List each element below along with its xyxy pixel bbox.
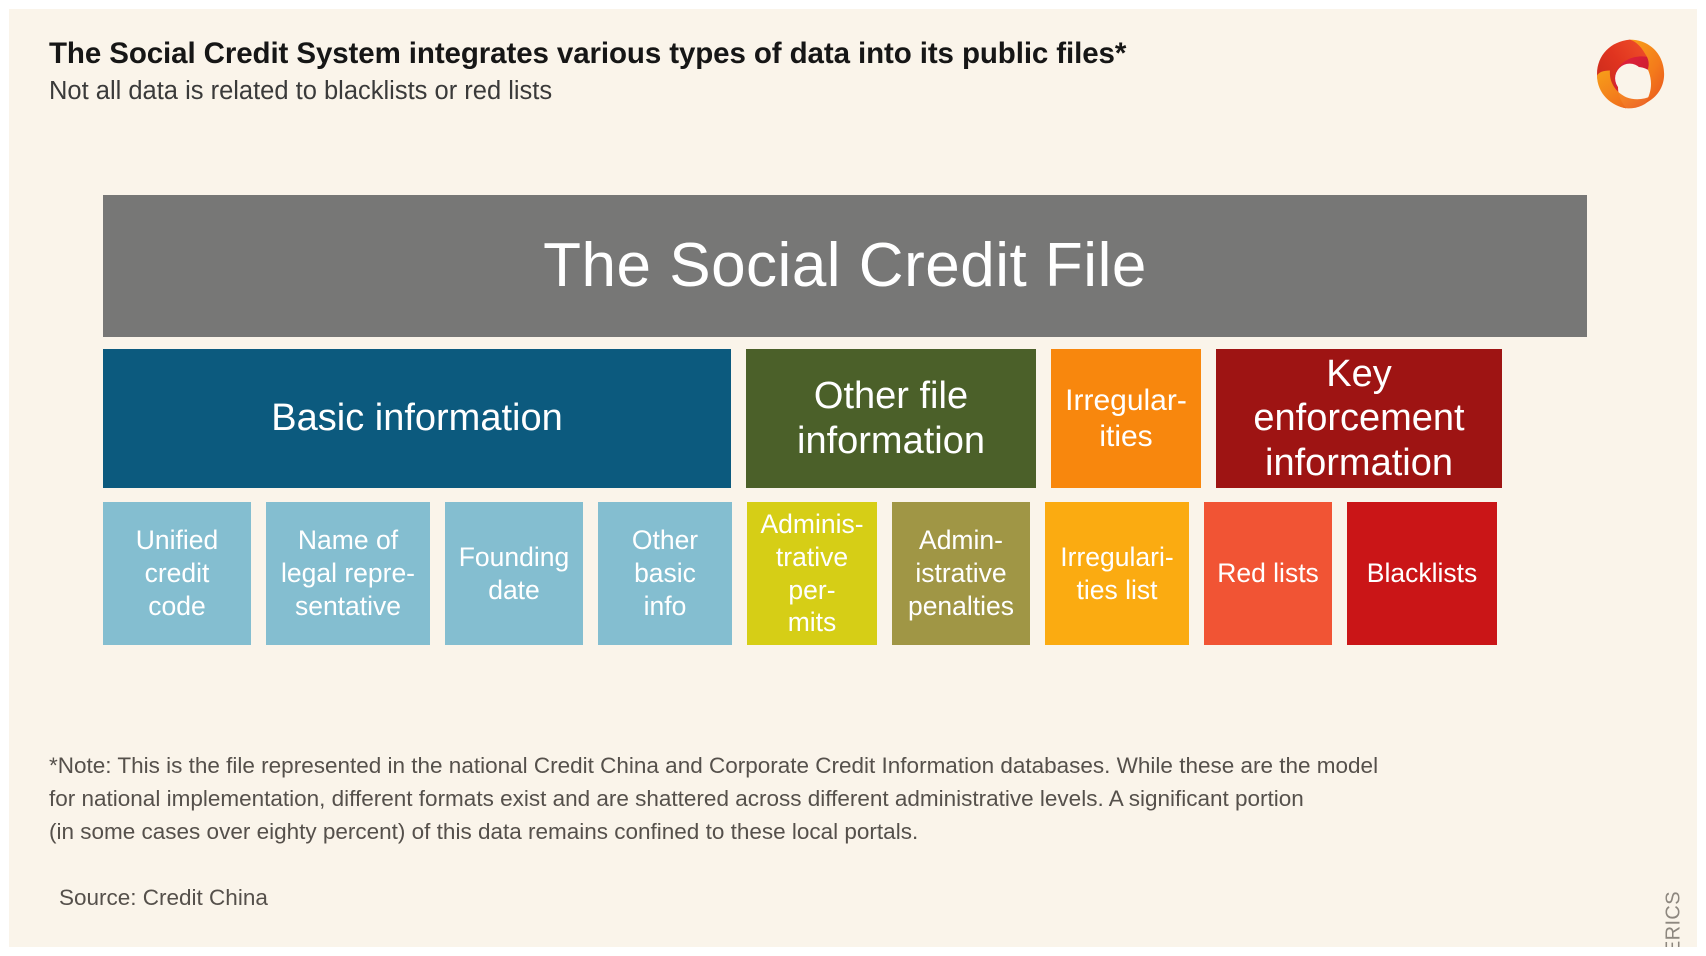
- diagram-root-label: The Social Credit File: [543, 231, 1147, 301]
- diagram-category-row: Basic information Other file information…: [103, 349, 1587, 488]
- subitem-label: Adminis- trative per- mits: [760, 508, 864, 638]
- category-box-key-enforcement-information[interactable]: Key enforcement information: [1216, 349, 1502, 488]
- page-title: The Social Credit System integrates vari…: [49, 37, 1127, 70]
- subitem-label: Admin- istrative penalties: [907, 525, 1015, 621]
- subitem-label: Other basic info: [631, 525, 699, 621]
- subitem-label: Irregulari- ties list: [1060, 541, 1174, 605]
- footnote-block: *Note: This is the file represented in t…: [49, 716, 1509, 947]
- subitem-label: Founding date: [458, 541, 570, 605]
- page-subtitle: Not all data is related to blacklists or…: [49, 77, 553, 106]
- diagram-root-box[interactable]: The Social Credit File: [103, 195, 1587, 337]
- category-label: Other file information: [797, 375, 985, 462]
- header-block: The Social Credit System integrates vari…: [49, 37, 1529, 106]
- subitem-label: Name of legal repre- sentative: [280, 525, 416, 621]
- copyright-label: © MERICS: [1662, 891, 1684, 956]
- subitem-box-administrative-permits[interactable]: Adminis- trative per- mits: [747, 502, 877, 645]
- footnote-source: Source: Credit China: [59, 885, 268, 911]
- subitem-box-red-lists[interactable]: Red lists: [1204, 502, 1332, 645]
- category-label: Basic information: [271, 397, 563, 440]
- social-credit-file-diagram: The Social Credit File Basic information…: [103, 195, 1587, 645]
- category-box-basic-information[interactable]: Basic information: [103, 349, 731, 488]
- diagram-subitem-row: Unified credit code Name of legal repre-…: [103, 502, 1587, 645]
- subitem-box-unified-credit-code[interactable]: Unified credit code: [103, 502, 251, 645]
- subitem-box-founding-date[interactable]: Founding date: [445, 502, 583, 645]
- category-box-irregularities[interactable]: Irregular- ities: [1051, 349, 1201, 488]
- subitem-label: Unified credit code: [135, 525, 219, 621]
- infographic-canvas: The Social Credit System integrates vari…: [0, 0, 1706, 956]
- merics-ring-logo-icon: [1585, 31, 1671, 117]
- subitem-box-other-basic-info[interactable]: Other basic info: [598, 502, 732, 645]
- footnote-note: *Note: This is the file represented in t…: [49, 753, 1379, 845]
- category-box-other-file-information[interactable]: Other file information: [746, 349, 1036, 488]
- category-label: Key enforcement information: [1253, 353, 1465, 484]
- category-label: Irregular- ities: [1065, 383, 1187, 453]
- subitem-box-administrative-penalties[interactable]: Admin- istrative penalties: [892, 502, 1030, 645]
- subitem-box-blacklists[interactable]: Blacklists: [1347, 502, 1497, 645]
- subitem-label: Blacklists: [1366, 558, 1478, 589]
- subitem-box-name-of-legal-representative[interactable]: Name of legal repre- sentative: [266, 502, 430, 645]
- subitem-label: Red lists: [1217, 558, 1319, 589]
- subitem-box-irregularities-list[interactable]: Irregulari- ties list: [1045, 502, 1189, 645]
